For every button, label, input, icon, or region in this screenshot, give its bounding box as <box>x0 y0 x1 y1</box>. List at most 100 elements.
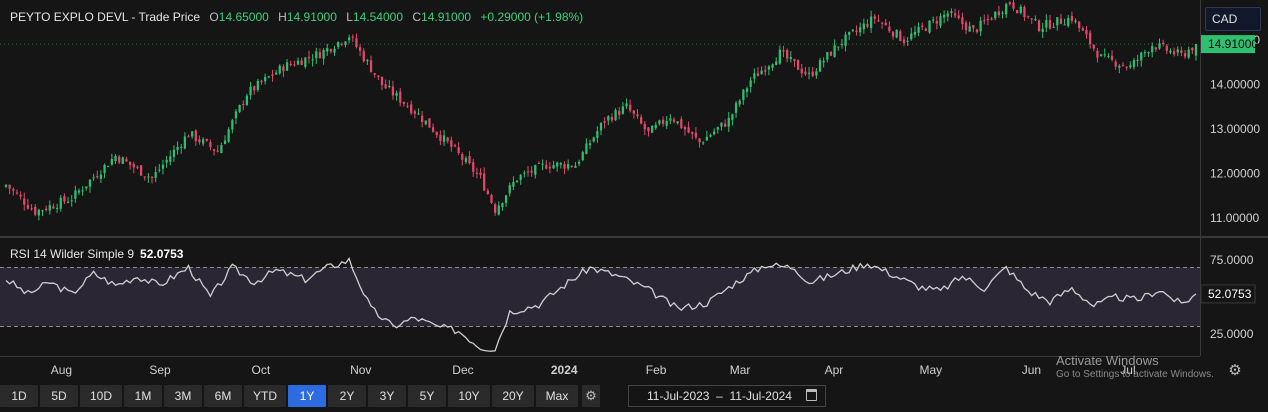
candle-body[interactable] <box>928 20 931 33</box>
range-button-3y[interactable]: 3Y <box>368 385 406 407</box>
candle-body[interactable] <box>1052 26 1055 28</box>
candle-body[interactable] <box>782 50 785 52</box>
candle-body[interactable] <box>541 163 544 165</box>
candle-body[interactable] <box>756 73 760 77</box>
candle-body[interactable] <box>191 131 194 137</box>
candle-body[interactable] <box>223 140 227 145</box>
candle-body[interactable] <box>99 174 103 179</box>
candle-body[interactable] <box>1169 50 1172 53</box>
candle-body[interactable] <box>880 22 884 24</box>
candle-body[interactable] <box>231 120 234 130</box>
candle-body[interactable] <box>939 16 942 26</box>
candle-body[interactable] <box>990 18 993 20</box>
range-button-ytd[interactable]: YTD <box>244 385 286 407</box>
candle-body[interactable] <box>512 182 515 187</box>
candle-body[interactable] <box>48 205 51 211</box>
candle-body[interactable] <box>1085 29 1088 35</box>
candle-body[interactable] <box>1129 65 1132 68</box>
candle-body[interactable] <box>1154 47 1157 50</box>
candle-body[interactable] <box>1081 28 1084 31</box>
candle-body[interactable] <box>494 204 497 213</box>
candle-body[interactable] <box>1045 19 1048 28</box>
candle-body[interactable] <box>501 203 504 208</box>
candle-body[interactable] <box>1096 50 1099 58</box>
candle-body[interactable] <box>891 31 895 37</box>
candle-body[interactable] <box>559 163 562 165</box>
candle-body[interactable] <box>428 118 431 128</box>
candle-body[interactable] <box>1187 49 1190 58</box>
candle-body[interactable] <box>442 135 446 142</box>
candle-body[interactable] <box>957 15 960 19</box>
candle-body[interactable] <box>694 132 698 138</box>
candle-body[interactable] <box>337 42 340 47</box>
candle-body[interactable] <box>256 80 260 90</box>
candle-body[interactable] <box>468 155 471 164</box>
candle-body[interactable] <box>267 76 270 78</box>
candle-body[interactable] <box>362 50 365 62</box>
candle-body[interactable] <box>585 143 588 154</box>
range-button-max[interactable]: Max <box>536 385 578 407</box>
candle-body[interactable] <box>953 13 957 16</box>
candle-body[interactable] <box>26 204 30 209</box>
candle-body[interactable] <box>1023 7 1026 17</box>
candle-body[interactable] <box>837 46 840 48</box>
candle-body[interactable] <box>406 105 409 107</box>
candle-body[interactable] <box>351 36 354 38</box>
candle-body[interactable] <box>421 115 424 123</box>
candle-body[interactable] <box>851 29 855 31</box>
candle-body[interactable] <box>227 129 230 142</box>
candle-body[interactable] <box>74 190 77 199</box>
candle-body[interactable] <box>125 159 128 162</box>
candle-body[interactable] <box>483 173 486 191</box>
candle-body[interactable] <box>391 86 395 96</box>
candle-body[interactable] <box>435 131 438 136</box>
candle-body[interactable] <box>530 170 533 173</box>
candle-body[interactable] <box>296 60 300 65</box>
candle-body[interactable] <box>103 164 106 173</box>
candle-body[interactable] <box>599 122 603 131</box>
candle-body[interactable] <box>603 120 606 123</box>
candle-body[interactable] <box>643 123 646 130</box>
candle-body[interactable] <box>1140 52 1143 61</box>
candle-body[interactable] <box>961 17 964 24</box>
candle-body[interactable] <box>716 127 719 130</box>
candle-body[interactable] <box>983 20 986 22</box>
candle-body[interactable] <box>446 137 449 142</box>
candle-body[interactable] <box>96 176 99 178</box>
candle-body[interactable] <box>132 163 135 168</box>
candle-body[interactable] <box>242 104 245 106</box>
candle-body[interactable] <box>994 11 997 19</box>
candle-body[interactable] <box>669 118 672 121</box>
candle-body[interactable] <box>997 11 1001 16</box>
candle-body[interactable] <box>1125 66 1128 68</box>
candle-body[interactable] <box>895 29 898 38</box>
candle-body[interactable] <box>625 103 628 107</box>
candle-body[interactable] <box>972 25 975 29</box>
candle-body[interactable] <box>713 131 716 135</box>
candle-body[interactable] <box>107 166 110 168</box>
candle-body[interactable] <box>81 190 84 192</box>
candle-body[interactable] <box>709 134 712 137</box>
candle-body[interactable] <box>986 19 990 21</box>
candle-body[interactable] <box>245 95 249 105</box>
candle-body[interactable] <box>771 64 774 68</box>
candle-body[interactable] <box>534 165 537 175</box>
candle-body[interactable] <box>811 71 814 76</box>
candle-body[interactable] <box>1147 52 1150 54</box>
range-settings-icon[interactable]: ⚙ <box>582 385 600 407</box>
candle-body[interactable] <box>691 131 694 134</box>
candle-body[interactable] <box>968 26 971 32</box>
candle-body[interactable] <box>278 65 281 74</box>
candle-body[interactable] <box>793 59 796 62</box>
range-button-20y[interactable]: 20Y <box>492 385 534 407</box>
candle-body[interactable] <box>786 49 789 59</box>
candle-body[interactable] <box>4 184 8 187</box>
candle-body[interactable] <box>450 140 453 147</box>
candle-body[interactable] <box>183 136 186 149</box>
candle-body[interactable] <box>318 52 322 59</box>
candle-body[interactable] <box>1191 47 1194 51</box>
candle-body[interactable] <box>355 38 358 47</box>
candle-body[interactable] <box>537 162 541 164</box>
candle-body[interactable] <box>942 14 946 18</box>
candle-body[interactable] <box>187 136 190 138</box>
